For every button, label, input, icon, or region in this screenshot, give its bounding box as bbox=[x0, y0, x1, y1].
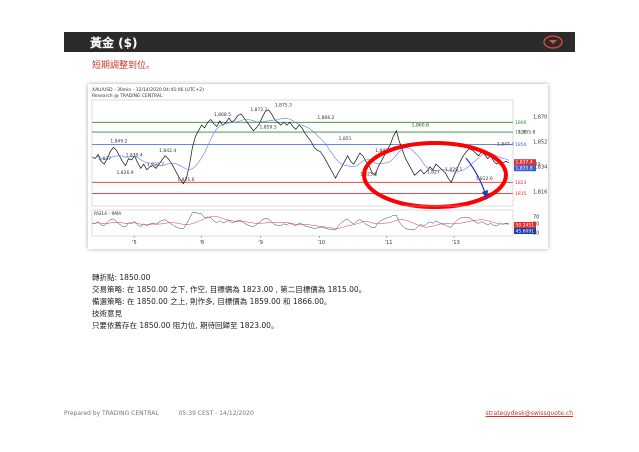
price-annotation: 1,859.3 bbox=[259, 125, 276, 131]
price-annotation: 1,837 bbox=[98, 156, 111, 162]
price-annotation: 1,855.8 bbox=[518, 130, 535, 136]
y-tick-label: 1,870 bbox=[533, 114, 547, 120]
price-annotation: 1,872.1 bbox=[250, 107, 267, 113]
header-bar: 黃金 ($) bbox=[64, 32, 575, 52]
price-annotation: 1,875.3 bbox=[275, 102, 292, 108]
x-tick-label: '13 bbox=[452, 240, 460, 246]
rsi-line bbox=[91, 212, 510, 231]
price-annotation: 1,851 bbox=[339, 136, 352, 142]
alternative-strategy: 備選策略: 在 1850.00 之上, 則作多, 目標價為 1859.00 和 … bbox=[92, 297, 332, 306]
price-annotation: 1,829.1 bbox=[445, 167, 462, 173]
summary-subtitle: 短期調整到位。 bbox=[92, 61, 156, 71]
prepared-by: Prepared by TRADING CENTRAL bbox=[64, 410, 159, 417]
y-tick-label: 1,852 bbox=[533, 139, 547, 145]
price-annotation: 1,849.2 bbox=[110, 139, 127, 145]
price-annotation: 1,821.6 bbox=[177, 177, 194, 183]
chart-subtitle: Research @ TRADING CENTRAL bbox=[92, 93, 163, 99]
rsi-tick-label: 70 bbox=[533, 215, 539, 221]
price-annotation: 1,826.9 bbox=[116, 170, 133, 176]
x-tick-label: '9 bbox=[258, 240, 263, 246]
trading-strategy: 交易策略: 在 1850.00 之下, 作空, 目標價為 1823.00 , 第… bbox=[92, 285, 367, 294]
x-tick-label: '10 bbox=[317, 240, 325, 246]
rsi-label: RSI14 - 9MA bbox=[94, 211, 122, 217]
current-price-label: 1,837.4 bbox=[516, 160, 533, 166]
page-title: 黃金 ($) bbox=[90, 36, 138, 50]
price-annotation: 1,847.4 bbox=[497, 141, 514, 147]
comment-title: 技術意見 bbox=[92, 309, 122, 318]
rsi-value-label: 50.2451 bbox=[516, 223, 535, 229]
price-chart: XAU/USD - 30min - 12/14/2020 04:45:06 (U… bbox=[91, 87, 547, 246]
rsi-ma-line bbox=[91, 215, 510, 229]
price-annotation: 1,866.2 bbox=[317, 115, 334, 121]
x-tick-label: '11 bbox=[385, 240, 393, 246]
contact-email-link[interactable]: strategydesk@swissquote.ch bbox=[486, 410, 573, 417]
rsi-panel-frame bbox=[91, 209, 514, 237]
pivot-point: 轉折點: 1850.00 bbox=[92, 273, 151, 282]
price-annotation: 1,868.5 bbox=[214, 112, 231, 118]
price-plot-frame bbox=[91, 99, 514, 207]
level-label: 1850 bbox=[515, 142, 527, 148]
footer-info: Prepared by TRADING CENTRAL 05:39 CEST -… bbox=[64, 410, 272, 417]
y-tick-label: 1,816 bbox=[533, 190, 547, 196]
x-tick-label: '8 bbox=[199, 240, 204, 246]
level-label: 1815 bbox=[515, 191, 527, 197]
x-tick-label: '5 bbox=[132, 240, 137, 246]
level-label: 1823 bbox=[515, 180, 527, 186]
chevron-down-circle-icon[interactable] bbox=[543, 35, 563, 49]
current-price-label: 1,835.8 bbox=[516, 166, 533, 172]
price-annotation: 1,842.4 bbox=[159, 148, 176, 154]
technical-comment: 只要依舊存在 1850.00 阻力位, 期待回歸至 1823.00。 bbox=[92, 321, 279, 330]
analysis-section: 轉折點: 1850.00 交易策略: 在 1850.00 之下, 作空, 目標價… bbox=[92, 272, 366, 332]
price-annotation: 1,860.8 bbox=[412, 123, 429, 129]
footer-timestamp: 05:39 CEST - 14/12/2020 bbox=[178, 410, 254, 417]
level-label: 1866 bbox=[515, 120, 527, 126]
chart-title: XAU/USD - 30min - 12/14/2020 04:45:06 (U… bbox=[92, 87, 204, 93]
price-annotation: 1,832.7 bbox=[147, 162, 164, 168]
chart-container: XAU/USD - 30min - 12/14/2020 04:45:06 (U… bbox=[88, 84, 548, 249]
rsi-value-label: 45.6091 bbox=[516, 229, 535, 235]
price-annotation: 1,827 bbox=[427, 170, 440, 176]
price-annotation: 1,839.4 bbox=[126, 152, 143, 158]
